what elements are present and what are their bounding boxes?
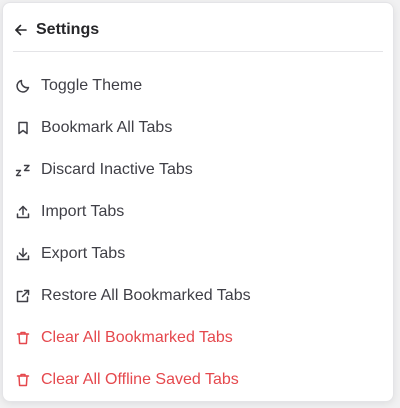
menu-item-label: Clear All Bookmarked Tabs bbox=[41, 329, 233, 346]
menu-item-label: Clear All Offline Saved Tabs bbox=[41, 371, 239, 388]
bookmark-all-tabs-item[interactable]: Bookmark All Tabs bbox=[13, 109, 383, 147]
settings-header: Settings bbox=[13, 17, 99, 43]
sleep-zz-icon bbox=[15, 162, 31, 178]
back-button[interactable]: Settings bbox=[13, 21, 99, 39]
bookmark-icon bbox=[15, 120, 31, 136]
menu-item-label: Toggle Theme bbox=[41, 77, 143, 94]
menu-item-label: Import Tabs bbox=[41, 203, 125, 220]
download-icon bbox=[15, 246, 31, 262]
upload-icon bbox=[15, 204, 31, 220]
export-tabs-item[interactable]: Export Tabs bbox=[13, 235, 383, 273]
menu-item-label: Restore All Bookmarked Tabs bbox=[41, 287, 251, 304]
menu-item-label: Discard Inactive Tabs bbox=[41, 161, 193, 178]
header-divider bbox=[13, 51, 383, 52]
moon-icon bbox=[15, 78, 31, 94]
settings-panel: Settings Toggle Theme Bookmark All Tabs bbox=[2, 2, 394, 402]
import-tabs-item[interactable]: Import Tabs bbox=[13, 193, 383, 231]
restore-all-bookmarked-tabs-item[interactable]: Restore All Bookmarked Tabs bbox=[13, 277, 383, 315]
external-link-icon bbox=[15, 288, 31, 304]
toggle-theme-item[interactable]: Toggle Theme bbox=[13, 67, 383, 105]
page-title: Settings bbox=[36, 21, 100, 38]
clear-all-offline-saved-tabs-item[interactable]: Clear All Offline Saved Tabs bbox=[13, 361, 383, 399]
clear-all-bookmarked-tabs-item[interactable]: Clear All Bookmarked Tabs bbox=[13, 319, 383, 357]
trash-icon bbox=[15, 372, 31, 388]
menu-item-label: Bookmark All Tabs bbox=[41, 119, 173, 136]
arrow-left-icon bbox=[13, 22, 29, 38]
menu-item-label: Export Tabs bbox=[41, 245, 126, 262]
trash-icon bbox=[15, 330, 31, 346]
discard-inactive-tabs-item[interactable]: Discard Inactive Tabs bbox=[13, 151, 383, 189]
